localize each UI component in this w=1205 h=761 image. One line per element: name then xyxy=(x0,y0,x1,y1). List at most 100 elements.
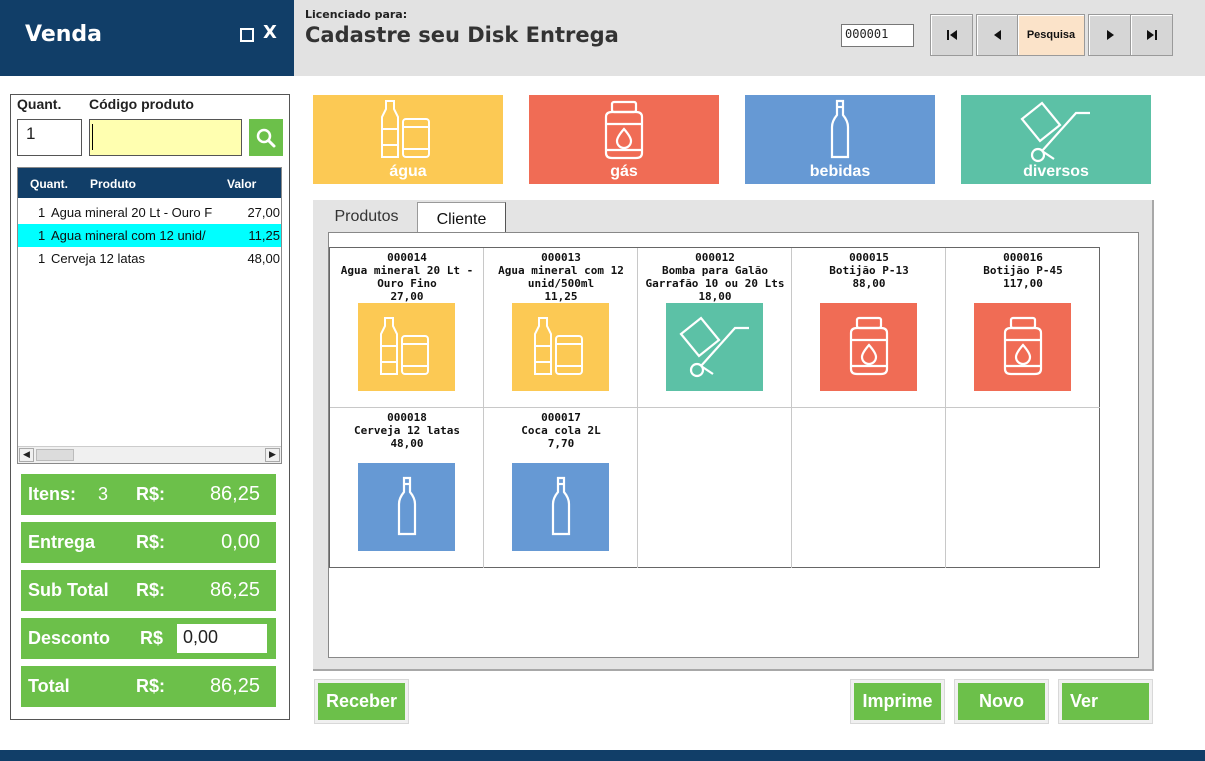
water-bottle-icon xyxy=(512,303,609,391)
receive-button[interactable]: Receber xyxy=(314,679,409,724)
cart-row-selected[interactable]: 1 Agua mineral com 12 unid/ 11,25 xyxy=(18,224,281,247)
category-label: gás xyxy=(610,163,638,180)
product-code-input[interactable] xyxy=(89,119,242,156)
next-record-icon xyxy=(1106,30,1114,40)
product-card[interactable]: 000014 Agua mineral 20 Lt - Ouro Fino 27,0… xyxy=(330,248,484,408)
print-button[interactable]: Imprime xyxy=(850,679,945,724)
category-water[interactable]: água xyxy=(313,95,503,184)
product-code: 000016 xyxy=(1003,251,1043,264)
category-gas[interactable]: gás xyxy=(529,95,719,184)
hand-truck-icon xyxy=(666,303,763,391)
subtotal-currency: R$: xyxy=(136,580,166,600)
product-name: Coca cola 2L xyxy=(521,424,601,437)
product-search-button[interactable] xyxy=(249,119,283,156)
hand-truck-icon xyxy=(1020,101,1090,163)
product-card[interactable]: 000017 Coca cola 2L 7,70 xyxy=(484,408,638,568)
next-record-button[interactable] xyxy=(1088,14,1131,56)
product-code: 000017 xyxy=(541,411,581,424)
discount-bar: Desconto R$ 0,00 xyxy=(21,618,276,659)
new-button[interactable]: Novo xyxy=(954,679,1049,724)
product-name: Botijão P-13 xyxy=(829,264,909,277)
window-title: Venda xyxy=(25,22,102,47)
previous-record-button[interactable] xyxy=(976,14,1019,56)
product-card[interactable]: 000018 Cerveja 12 latas 48,00 xyxy=(330,408,484,568)
subtotal-value: 86,25 xyxy=(209,579,260,601)
scroll-thumb[interactable] xyxy=(36,449,74,461)
cart-grid-header: Quant. Produto Valor xyxy=(18,168,281,198)
product-info: 000015 Botijão P-13 88,00 xyxy=(792,251,946,290)
product-code: 000012 xyxy=(695,251,735,264)
items-total-bar: Itens: 3 R$: 86,25 xyxy=(21,474,276,515)
bottle-icon xyxy=(512,463,609,551)
items-currency: R$: xyxy=(136,484,166,504)
column-quant: Quant. xyxy=(30,177,68,191)
cart-row[interactable]: 1 Cerveja 12 latas 48,00 xyxy=(18,247,281,270)
cart-row-product: Agua mineral 20 Lt - Ouro F xyxy=(51,205,213,220)
discount-currency: R$ xyxy=(140,628,164,648)
tab-client[interactable]: Cliente xyxy=(417,202,506,235)
discount-input[interactable]: 0,00 xyxy=(177,624,267,653)
gas-cylinder-icon xyxy=(604,100,644,160)
discount-label: Desconto xyxy=(28,628,111,648)
product-info: 000013 Agua mineral com 12 unid/500ml 11,2… xyxy=(484,251,638,303)
product-code-label: Código produto xyxy=(89,96,194,112)
product-price: 27,00 xyxy=(390,290,424,303)
category-drinks[interactable]: bebidas xyxy=(745,95,935,184)
product-name: Bomba para Galão Garrafão 10 ou 20 Lts xyxy=(645,264,785,290)
column-product: Produto xyxy=(90,177,136,191)
tab-products[interactable]: Produtos xyxy=(316,200,417,233)
text-caret xyxy=(92,124,93,150)
product-card[interactable]: 000013 Agua mineral com 12 unid/500ml 11,2… xyxy=(484,248,638,408)
cart-row-product: Agua mineral com 12 unid/ xyxy=(51,228,206,243)
product-card[interactable]: 000016 Botijão P-45 117,00 xyxy=(946,248,1100,408)
total-currency: R$: xyxy=(136,676,166,696)
search-button[interactable]: Pesquisa xyxy=(1017,14,1085,56)
category-label: água xyxy=(389,163,427,180)
search-icon xyxy=(256,128,276,147)
products-grid: 000014 Agua mineral 20 Lt - Ouro Fino 27,0… xyxy=(329,247,1100,568)
delivery-total-bar: Entrega R$: 0,00 xyxy=(21,522,276,563)
licensed-label: Licenciado para: xyxy=(305,8,408,21)
product-code: 000014 xyxy=(387,251,427,264)
total-value: 86,25 xyxy=(209,675,260,697)
product-price: 117,00 xyxy=(1003,277,1043,290)
first-record-icon xyxy=(946,30,957,40)
horizontal-scrollbar[interactable]: ◀ ▶ xyxy=(18,446,281,463)
previous-record-icon xyxy=(993,30,1001,40)
product-info: 000018 Cerveja 12 latas 48,00 xyxy=(330,411,484,450)
quantity-input[interactable]: 1 xyxy=(17,119,82,156)
product-card[interactable]: 000015 Botijão P-13 88,00 xyxy=(792,248,946,408)
scroll-left-icon[interactable]: ◀ xyxy=(19,448,34,462)
category-label: diversos xyxy=(1023,163,1089,180)
product-price: 11,25 xyxy=(544,290,578,303)
first-record-button[interactable] xyxy=(930,14,973,56)
delivery-label: Entrega xyxy=(28,532,96,552)
last-record-button[interactable] xyxy=(1130,14,1173,56)
water-bottle-icon xyxy=(358,303,455,391)
view-button[interactable]: Ver xyxy=(1058,679,1153,724)
total-label: Total xyxy=(28,676,70,696)
category-label: bebidas xyxy=(809,163,871,180)
maximize-icon[interactable] xyxy=(240,28,254,42)
record-code-field[interactable]: 000001 xyxy=(841,24,914,47)
product-name: Botijão P-45 xyxy=(983,264,1063,277)
cart-row-qty: 1 xyxy=(38,251,46,266)
product-code: 000013 xyxy=(541,251,581,264)
product-info: 000017 Coca cola 2L 7,70 xyxy=(484,411,638,450)
product-name: Cerveja 12 latas xyxy=(354,424,460,437)
subtotal-bar: Sub Total R$: 86,25 xyxy=(21,570,276,611)
scroll-right-icon[interactable]: ▶ xyxy=(265,448,280,462)
bottle-icon xyxy=(358,463,455,551)
cart-row-value: 11,25 xyxy=(248,228,280,243)
quantity-label: Quant. xyxy=(17,96,62,112)
column-value: Valor xyxy=(227,177,257,191)
gas-cylinder-icon xyxy=(820,303,917,391)
items-label: Itens: xyxy=(28,484,77,504)
product-card[interactable]: 000012 Bomba para Galão Garrafão 10 ou 20… xyxy=(638,248,792,408)
grand-total-bar: Total R$: 86,25 xyxy=(21,666,276,707)
delivery-currency: R$: xyxy=(136,532,166,552)
close-button[interactable]: X xyxy=(263,22,277,43)
product-code: 000015 xyxy=(849,251,889,264)
cart-row[interactable]: 1 Agua mineral 20 Lt - Ouro F 27,00 xyxy=(18,201,281,224)
category-misc[interactable]: diversos xyxy=(961,95,1151,184)
